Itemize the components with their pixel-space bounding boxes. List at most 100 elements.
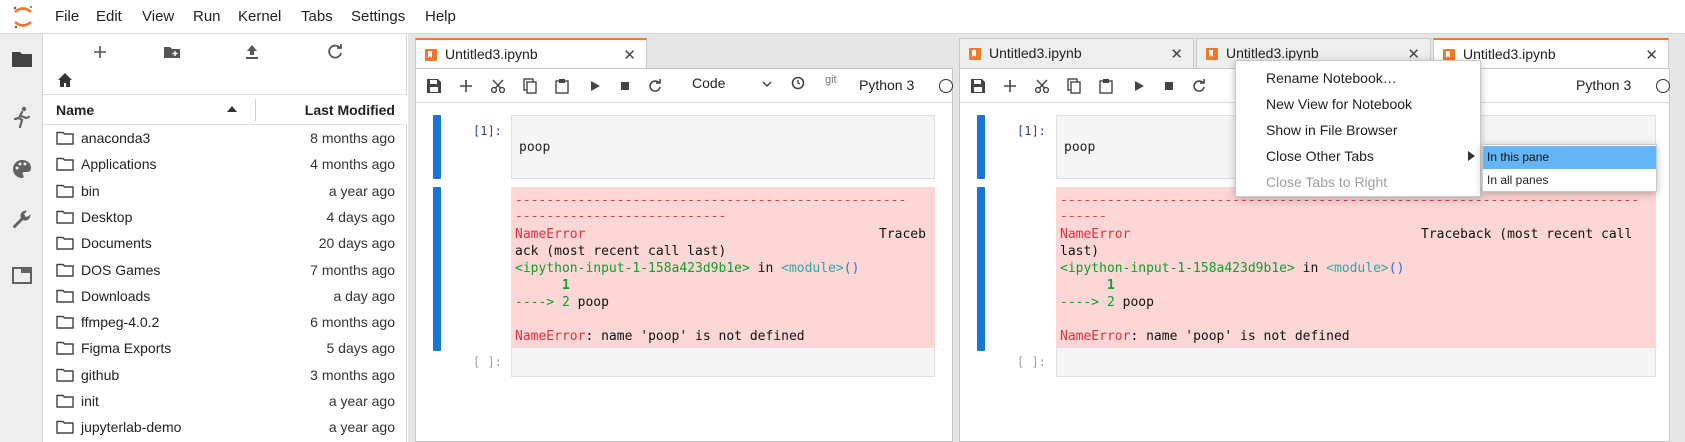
error-message: NameError: name 'poop' is not defined	[515, 328, 805, 345]
menu-tabs[interactable]: Tabs	[301, 8, 333, 25]
column-divider	[255, 99, 256, 121]
upload-icon[interactable]	[242, 42, 262, 62]
file-list-item[interactable]: Applications 4 months ago	[43, 152, 407, 178]
arrow-code: poop	[569, 295, 609, 310]
menu-item-close-other-tabs[interactable]: Close Other Tabs	[1266, 148, 1374, 164]
jupyter-logo-icon	[13, 6, 32, 29]
run-icon[interactable]	[1131, 78, 1147, 94]
traceback-location: <ipython-input-1-158a423d9b1e> in <modul…	[515, 260, 859, 277]
code-cell-input[interactable]: poop	[511, 115, 935, 179]
tab-label: Untitled3.ipynb	[989, 45, 1082, 61]
menu-item-new-view[interactable]: New View for Notebook	[1266, 96, 1412, 112]
kernel-name[interactable]: Python 3	[1576, 77, 1631, 93]
menu-settings[interactable]: Settings	[351, 8, 405, 25]
cut-icon[interactable]	[1034, 78, 1050, 94]
traceback-header: Traceback (most recent call	[1421, 227, 1633, 242]
file-name: anaconda3	[81, 130, 151, 146]
tab-untitled3-right-1[interactable]: Untitled3.ipynb ✕	[959, 38, 1194, 68]
file-list-item[interactable]: ffmpeg-4.0.2 6 months ago	[43, 310, 407, 336]
error-name: NameError	[1060, 227, 1131, 242]
chevron-down-icon[interactable]	[762, 79, 772, 89]
tab-untitled3-left[interactable]: Untitled3.ipynb ✕	[415, 38, 647, 69]
restart-icon[interactable]	[647, 78, 663, 94]
traceback-header: ack (most recent call last)	[515, 244, 727, 259]
file-name: bin	[81, 182, 100, 199]
copy-icon[interactable]	[1066, 78, 1082, 94]
stop-icon[interactable]	[1161, 78, 1177, 94]
file-list-item[interactable]: init a year ago	[43, 389, 407, 415]
submenu-item-in-all-panes[interactable]: In all panes	[1483, 169, 1656, 192]
file-name: Figma Exports	[81, 340, 172, 357]
cell-type-select[interactable]: Code	[692, 75, 725, 91]
clock-icon[interactable]	[791, 76, 805, 90]
file-name: Downloads	[81, 287, 151, 304]
add-cell-icon[interactable]	[458, 78, 474, 94]
new-folder-icon[interactable]	[162, 42, 182, 62]
file-modified: 4 days ago	[326, 208, 396, 225]
refresh-icon[interactable]	[325, 42, 345, 62]
file-modified: 3 months ago	[310, 366, 395, 383]
file-list-item[interactable]: Figma Exports 5 days ago	[43, 336, 407, 362]
submenu-item-in-this-pane[interactable]: In this pane	[1483, 146, 1656, 169]
file-name: ffmpeg-4.0.2	[81, 314, 160, 331]
menu-help[interactable]: Help	[425, 8, 456, 25]
home-icon[interactable]	[57, 72, 73, 88]
error-output: ----------------------------------------…	[511, 187, 935, 351]
kernel-name[interactable]: Python 3	[859, 77, 914, 93]
paste-icon[interactable]	[554, 78, 570, 94]
git-label[interactable]: git	[825, 74, 837, 86]
add-cell-icon[interactable]	[1002, 78, 1018, 94]
file-list-item[interactable]: jupyterlab-demo a year ago	[43, 415, 407, 441]
paste-icon[interactable]	[1098, 78, 1114, 94]
close-tab-icon[interactable]: ✕	[623, 46, 636, 64]
file-list-item[interactable]: github 3 months ago	[43, 363, 407, 389]
save-icon[interactable]	[426, 78, 442, 94]
folder-icon	[56, 421, 74, 434]
menu-kernel[interactable]: Kernel	[238, 8, 281, 25]
running-icon[interactable]	[11, 106, 33, 128]
output-cell-indicator	[977, 187, 985, 351]
file-name: jupyterlab-demo	[81, 419, 182, 436]
menu-edit[interactable]: Edit	[96, 8, 122, 25]
menu-item-rename-notebook[interactable]: Rename Notebook…	[1266, 70, 1397, 86]
input-ref: <ipython-input-1-158a423d9b1e>	[1060, 261, 1295, 276]
file-modified: a year ago	[328, 419, 395, 436]
cut-icon[interactable]	[490, 78, 506, 94]
restart-icon[interactable]	[1191, 78, 1207, 94]
file-name: DOS Games	[81, 261, 161, 278]
menu-run[interactable]: Run	[193, 8, 221, 25]
active-cell-indicator	[433, 115, 441, 179]
tabs-icon[interactable]	[11, 264, 33, 286]
new-launcher-icon[interactable]	[90, 42, 110, 62]
notebook-panel-left: Code git Python 3 [1]: poop ------------…	[415, 68, 953, 442]
file-modified: 4 months ago	[310, 156, 395, 173]
close-tab-icon[interactable]: ✕	[1170, 45, 1183, 63]
close-tab-icon[interactable]: ✕	[1645, 46, 1658, 64]
file-browser: Name Last Modified anaconda3 8 months ago…	[43, 34, 407, 442]
column-last-modified[interactable]: Last Modified	[305, 102, 395, 118]
menu-file[interactable]: File	[55, 8, 79, 25]
save-icon[interactable]	[970, 78, 986, 94]
empty-code-cell[interactable]	[1056, 347, 1656, 377]
file-list-item[interactable]: Documents 20 days ago	[43, 231, 407, 257]
file-list-item[interactable]: Desktop 4 days ago	[43, 205, 407, 231]
wrench-icon[interactable]	[11, 210, 33, 232]
empty-prompt: [ ]:	[1017, 355, 1046, 369]
run-icon[interactable]	[587, 78, 603, 94]
menu-item-show-in-file-browser[interactable]: Show in File Browser	[1266, 122, 1398, 138]
file-list-item[interactable]: bin a year ago	[43, 179, 407, 205]
stop-icon[interactable]	[617, 78, 633, 94]
folder-icon[interactable]	[11, 48, 33, 70]
file-name: github	[81, 366, 120, 383]
sort-ascending-icon[interactable]	[227, 106, 237, 112]
empty-code-cell[interactable]	[511, 347, 935, 377]
menu-view[interactable]: View	[142, 8, 174, 25]
file-list-item[interactable]: DOS Games 7 months ago	[43, 258, 407, 284]
palette-icon[interactable]	[11, 158, 33, 180]
error-output: ----------------------------------------…	[1056, 187, 1656, 351]
column-name[interactable]: Name	[56, 102, 94, 118]
notebook-icon	[1206, 48, 1218, 60]
file-list-item[interactable]: Downloads a day ago	[43, 284, 407, 310]
copy-icon[interactable]	[522, 78, 538, 94]
file-list-item[interactable]: anaconda3 8 months ago	[43, 126, 407, 152]
